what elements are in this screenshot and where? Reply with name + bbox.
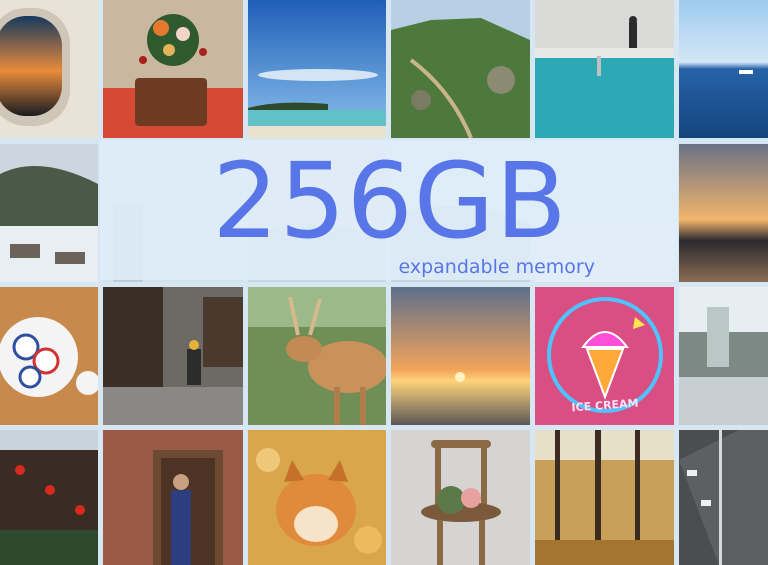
photo-gallery-grid: ICE CREAM: [0, 0, 768, 565]
photo-shiba-dog: [248, 430, 386, 565]
photo-highway-aerial: [679, 430, 768, 565]
storage-capacity-headline: 256GB: [212, 140, 568, 262]
photo-sunset-lake: [679, 144, 768, 282]
photo-green-hills-trail: [391, 0, 530, 138]
photo-lantern-street: [0, 430, 98, 565]
photo-autumn-trees: [535, 430, 674, 565]
photo-pool-installation: [535, 0, 674, 138]
photo-airplane-window: [0, 0, 98, 138]
photo-chair-flowers: [391, 430, 530, 565]
photo-deer: [248, 287, 386, 425]
photo-snowy-village: [0, 144, 98, 282]
photo-brick-doorway: [103, 430, 243, 565]
photo-hillside-statue: [679, 287, 768, 425]
photo-flower-arrangement: [103, 0, 243, 138]
photo-beach-island: [248, 0, 386, 138]
storage-subline: expandable memory: [398, 256, 595, 278]
photo-open-sea: [679, 0, 768, 138]
photo-sea-sunset: [391, 287, 530, 425]
photo-neon-ice-cream: ICE CREAM: [535, 287, 674, 425]
photo-decorated-cookies: [0, 287, 98, 425]
photo-old-street-walker: [103, 287, 243, 425]
